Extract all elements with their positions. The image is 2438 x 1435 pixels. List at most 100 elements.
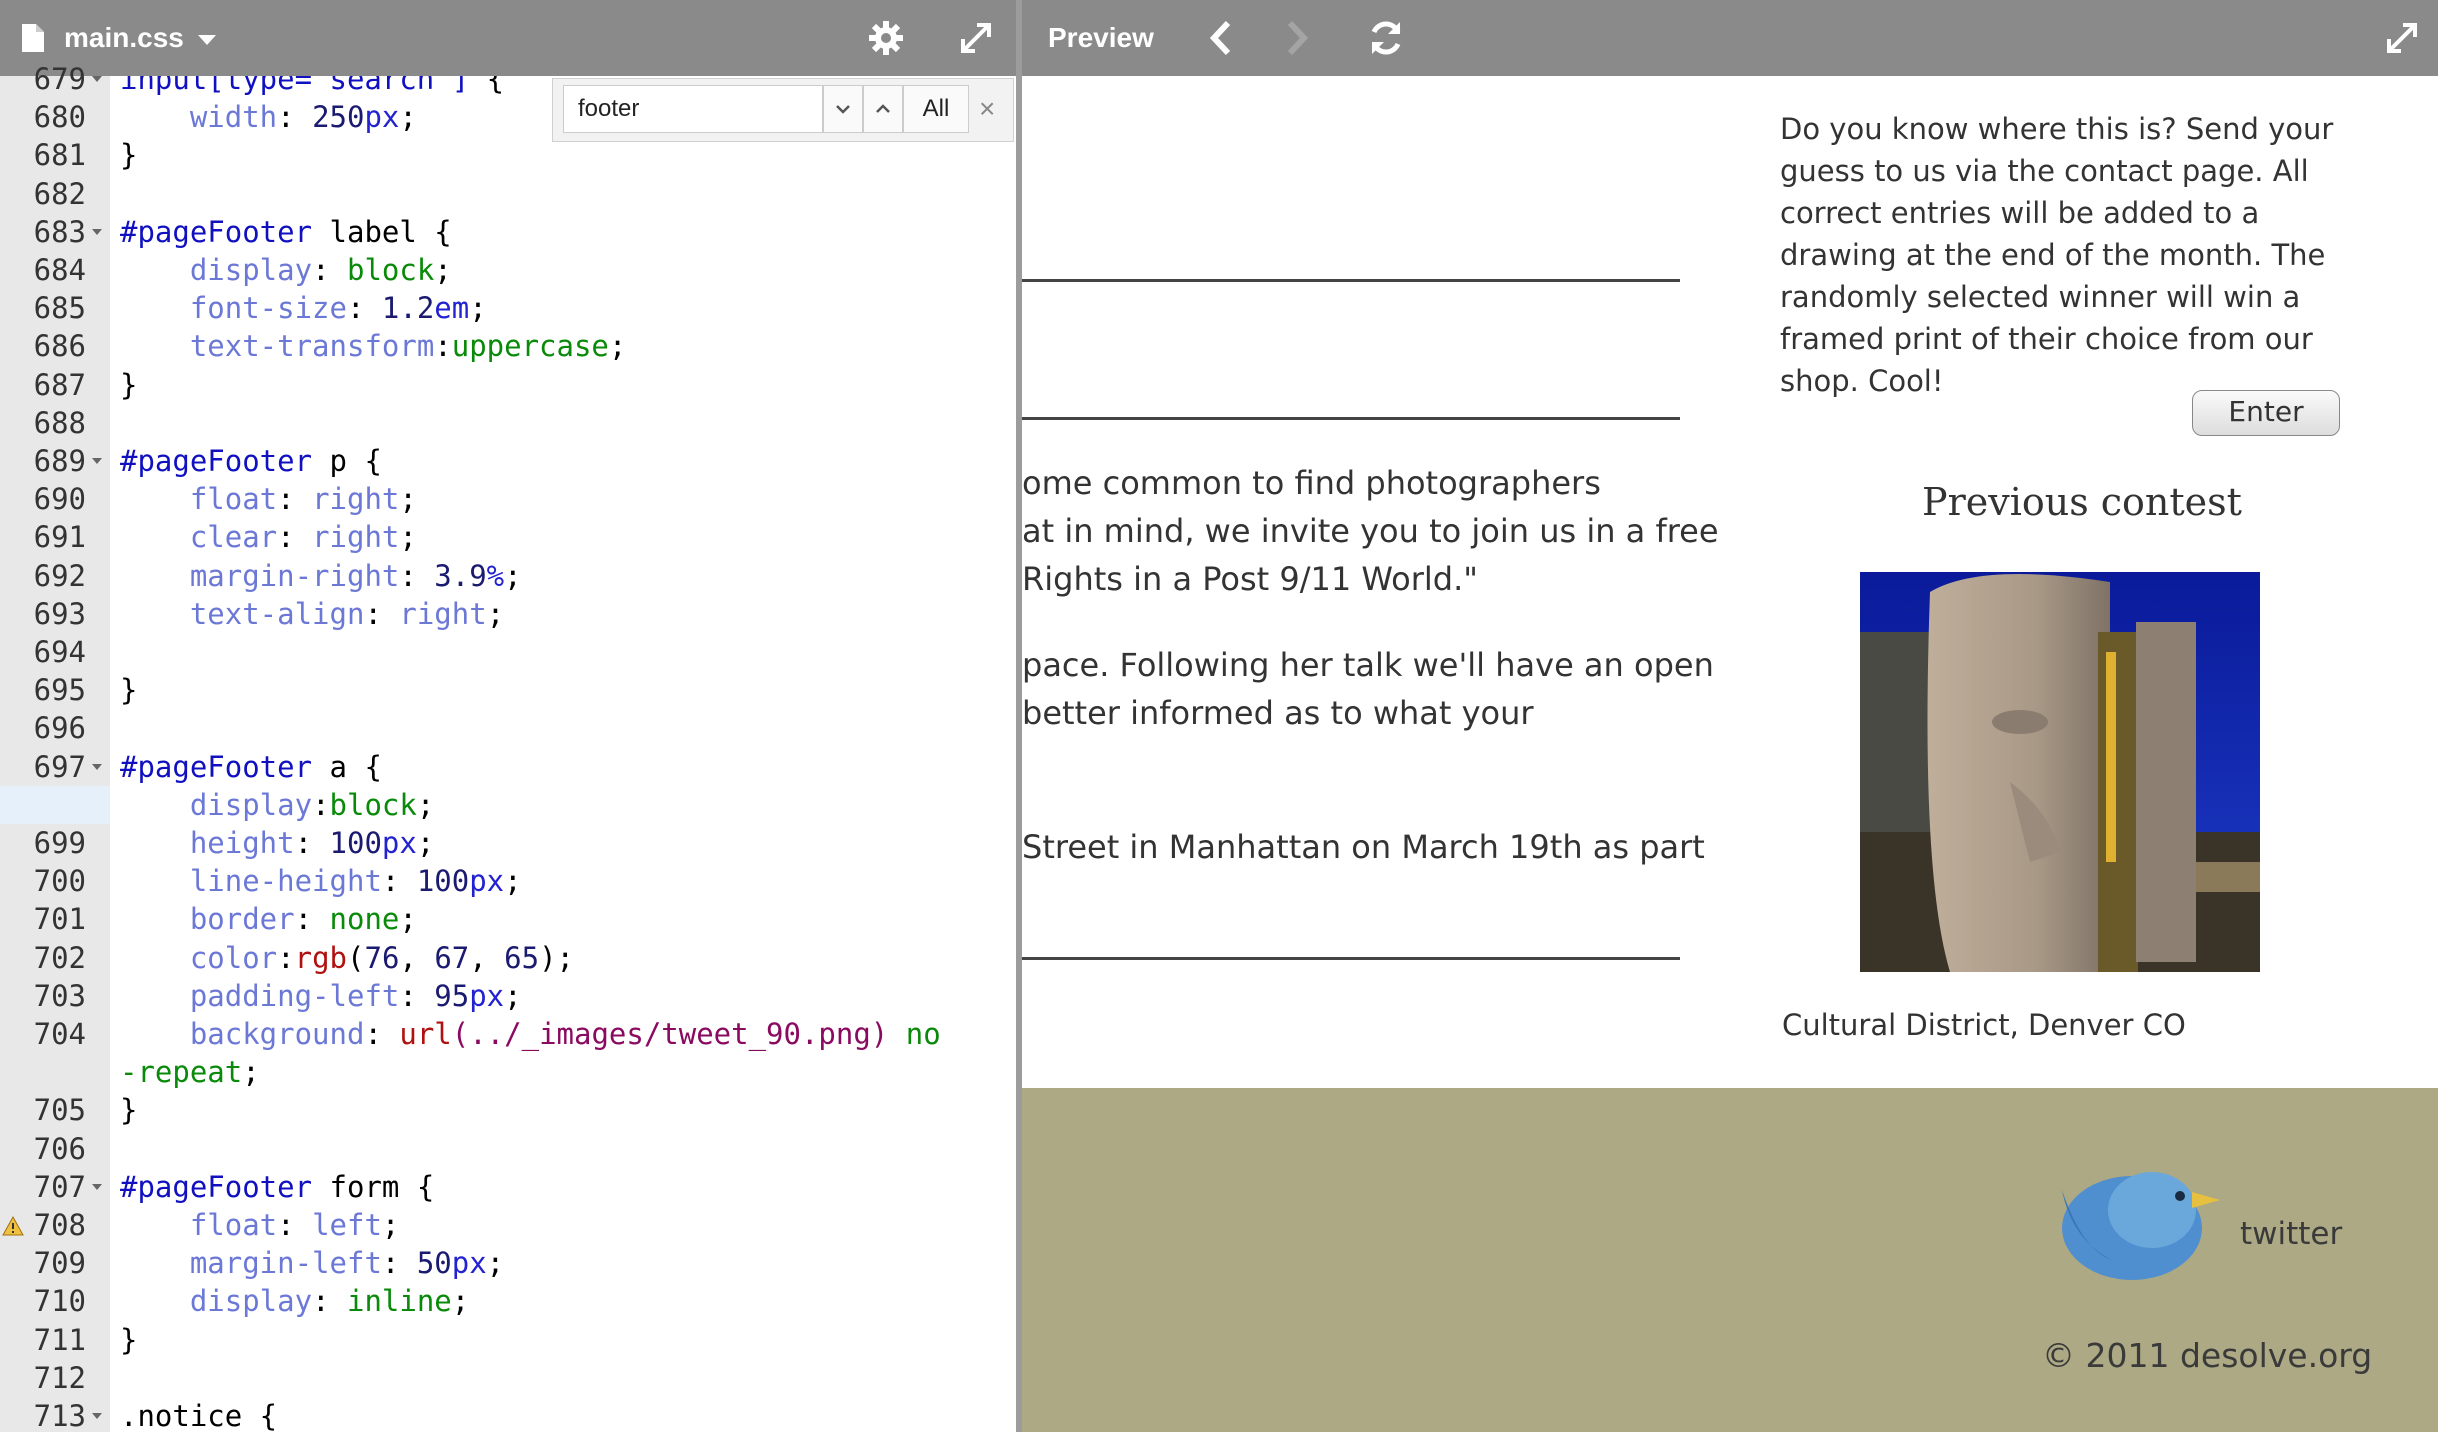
code-line[interactable]: margin-right: 3.9%;: [120, 557, 522, 595]
line-number: 683: [33, 214, 86, 249]
previous-contest-heading: Previous contest: [1922, 480, 2242, 524]
line-number: 692: [33, 558, 86, 593]
enter-button[interactable]: Enter: [2192, 390, 2340, 436]
line-number: 706: [33, 1131, 86, 1166]
find-next-button[interactable]: [823, 85, 863, 133]
contest-description: Do you know where this is? Send your gue…: [1780, 112, 2334, 398]
copyright-text: © 2011 desolve.org: [2042, 1336, 2373, 1375]
line-number: 679: [33, 62, 86, 96]
body-text-line: Street in Manhattan on March 19th as par…: [1022, 828, 1705, 866]
contest-photo: [1860, 572, 2260, 972]
line-number: 681: [33, 138, 86, 173]
line-number: 701: [33, 902, 86, 937]
line-number: 704: [33, 1017, 86, 1051]
refresh-icon[interactable]: [1362, 14, 1410, 62]
fold-arrow-icon[interactable]: [92, 1413, 102, 1419]
back-arrow-icon[interactable]: [1196, 14, 1244, 62]
line-number: 709: [33, 1246, 86, 1281]
photo-caption: Cultural District, Denver CO: [1782, 1008, 2186, 1042]
code-line[interactable]: line-height: 100px;: [120, 862, 522, 900]
code-line[interactable]: clear: right;: [120, 518, 417, 556]
fold-arrow-icon[interactable]: [92, 1183, 102, 1190]
page-footer: twitter © 2011 desolve.org: [1022, 1088, 2438, 1432]
line-number: 696: [33, 711, 86, 746]
twitter-link[interactable]: twitter: [2240, 1216, 2342, 1252]
code-line[interactable]: display:block;: [120, 786, 434, 824]
code-line[interactable]: }: [120, 1321, 137, 1359]
file-tab[interactable]: main.css: [22, 22, 216, 54]
line-number: 711: [33, 1322, 86, 1357]
code-line[interactable]: #pageFooter a {: [120, 748, 382, 786]
code-line[interactable]: width: 250px;: [120, 98, 417, 136]
code-line[interactable]: }: [120, 366, 137, 404]
code-line[interactable]: font-size: 1.2em;: [120, 289, 487, 327]
line-number: 687: [33, 367, 86, 402]
body-text-line: ome common to find photographers: [1022, 464, 1601, 502]
forward-arrow-icon[interactable]: [1274, 14, 1322, 62]
line-number: 710: [33, 1284, 86, 1319]
code-line[interactable]: -repeat;: [120, 1053, 260, 1091]
code-line[interactable]: .notice {: [120, 1397, 277, 1432]
preview-toolbar: Preview: [1022, 0, 2438, 76]
horizontal-rule: [1022, 279, 1680, 282]
fold-arrow-icon[interactable]: [92, 228, 102, 235]
search-input[interactable]: footer: [563, 85, 823, 133]
chevron-down-icon: [197, 35, 216, 45]
code-line[interactable]: height: 100px;: [120, 824, 434, 862]
code-line[interactable]: display: block;: [120, 251, 452, 289]
line-number: 700: [33, 864, 86, 899]
line-number: 707: [33, 1169, 86, 1204]
code-line[interactable]: text-transform:uppercase;: [120, 327, 627, 365]
code-editor[interactable]: input[type="search"] { width: 250px;} #pa…: [110, 76, 1016, 1432]
line-number: 684: [33, 253, 86, 287]
code-line[interactable]: }: [120, 671, 137, 709]
code-line[interactable]: border: none;: [120, 900, 417, 938]
code-line[interactable]: color:rgb(76, 67, 65);: [120, 939, 574, 977]
close-icon[interactable]: ×: [979, 93, 995, 125]
gear-icon[interactable]: [862, 14, 910, 62]
code-line[interactable]: float: right;: [120, 480, 417, 518]
file-icon: [22, 24, 44, 52]
line-number: 703: [33, 978, 86, 1013]
warning-icon[interactable]: [2, 1215, 24, 1236]
code-line[interactable]: #pageFooter label {: [120, 213, 452, 251]
code-line[interactable]: #pageFooter p {: [120, 442, 382, 480]
line-number: 682: [33, 176, 86, 211]
line-number: 688: [33, 405, 86, 440]
code-line[interactable]: }: [120, 1091, 137, 1129]
line-number: 693: [33, 596, 86, 631]
line-number: 702: [33, 940, 86, 975]
find-all-button[interactable]: All: [903, 85, 969, 133]
body-text-line: pace. Following her talk we'll have an o…: [1022, 646, 1714, 684]
line-number: [0, 1053, 86, 1091]
line-number: 697: [33, 749, 86, 784]
horizontal-rule: [1022, 417, 1680, 420]
preview-pane: ome common to find photographers at in m…: [1022, 76, 2438, 1432]
code-line[interactable]: #pageFooter form {: [120, 1168, 434, 1206]
find-bar: footer All ×: [552, 78, 1014, 142]
expand-preview-icon[interactable]: [2378, 14, 2426, 62]
fold-arrow-icon[interactable]: [92, 76, 102, 82]
code-line[interactable]: float: left;: [120, 1206, 400, 1244]
body-text-line: at in mind, we invite you to join us in …: [1022, 512, 1719, 550]
code-line[interactable]: }: [120, 136, 137, 174]
code-line[interactable]: margin-left: 50px;: [120, 1244, 504, 1282]
find-prev-button[interactable]: [863, 85, 903, 133]
code-line[interactable]: display: inline;: [120, 1282, 469, 1320]
expand-icon[interactable]: [952, 14, 1000, 62]
line-number: 712: [33, 1360, 86, 1395]
code-line[interactable]: text-align: right;: [120, 595, 504, 633]
preview-title: Preview: [1048, 22, 1154, 53]
line-number: 690: [33, 482, 86, 517]
twitter-bird-icon[interactable]: [2042, 1150, 2222, 1290]
line-number: 686: [33, 329, 86, 364]
fold-arrow-icon[interactable]: [92, 763, 102, 770]
line-number: 685: [33, 291, 86, 326]
body-text-line: better informed as to what your: [1022, 694, 1534, 732]
fold-arrow-icon[interactable]: [92, 458, 102, 464]
code-line[interactable]: padding-left: 95px;: [120, 977, 522, 1015]
body-text-line: Rights in a Post 9/11 World.": [1022, 560, 1478, 598]
line-number: 695: [33, 673, 86, 708]
code-line[interactable]: input[type="search"] {: [120, 76, 504, 98]
code-line[interactable]: background: url(../_images/tweet_90.png)…: [120, 1015, 941, 1053]
